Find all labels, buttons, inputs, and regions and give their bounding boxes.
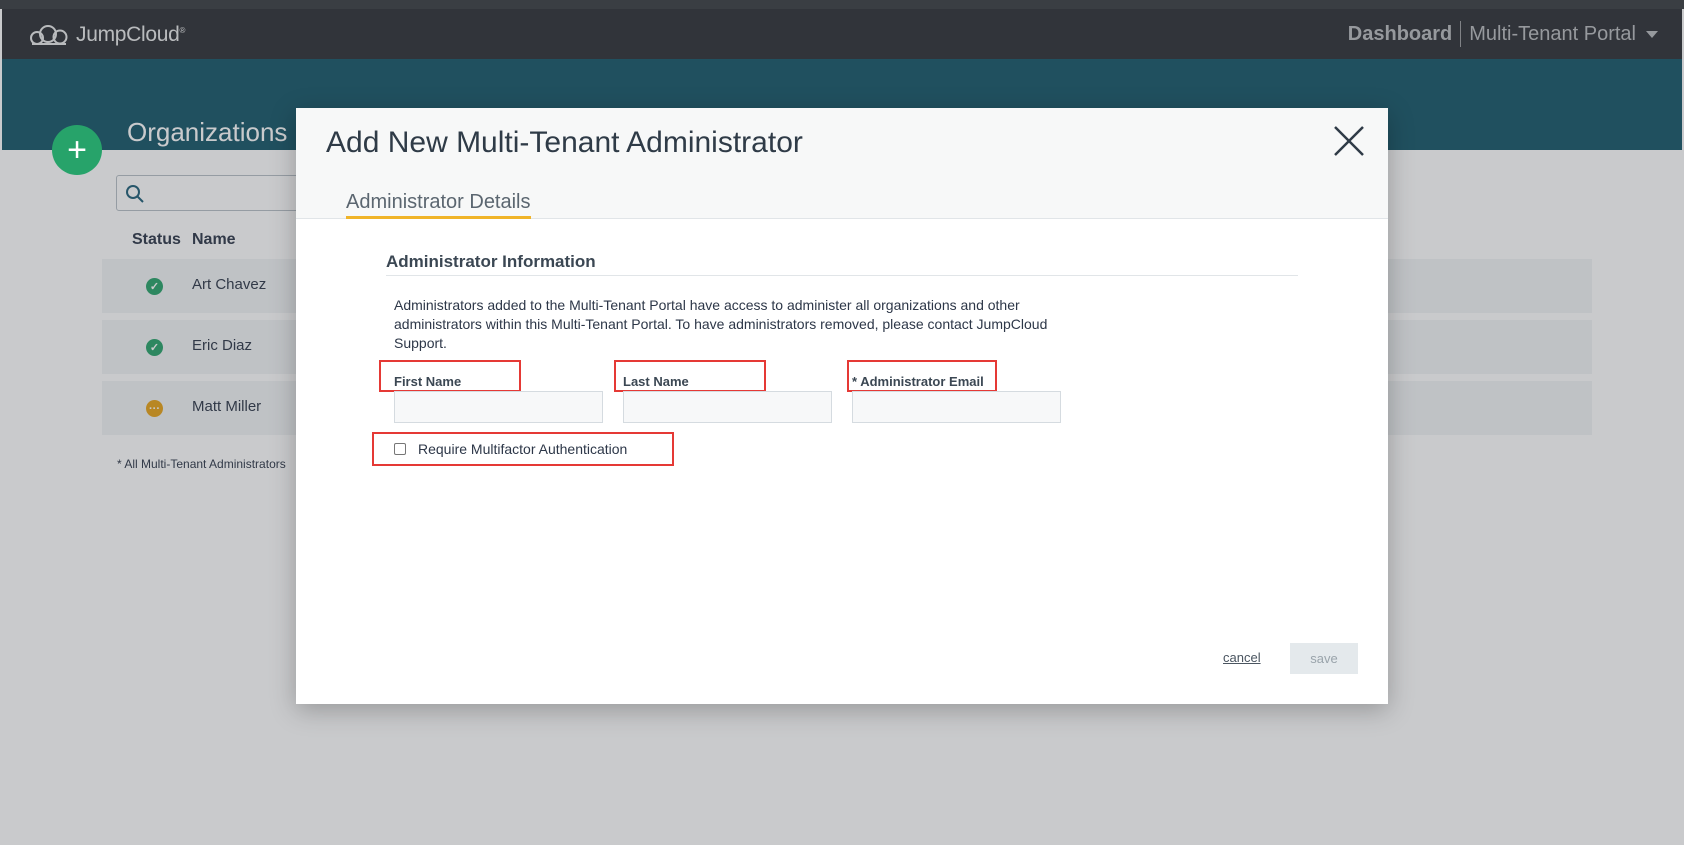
email-label: * Administrator Email (852, 374, 984, 389)
first-name-field[interactable] (394, 391, 603, 423)
first-name-label: First Name (394, 374, 462, 389)
modal-title: Add New Multi-Tenant Administrator (326, 126, 803, 159)
mfa-checkbox[interactable] (394, 443, 406, 455)
section-divider (386, 275, 1298, 276)
tab-administrator-details[interactable]: Administrator Details (346, 191, 531, 219)
add-admin-modal: Add New Multi-Tenant Administrator Admin… (296, 108, 1388, 704)
mfa-option[interactable]: Require Multifactor Authentication (394, 441, 627, 457)
email-field[interactable] (852, 391, 1061, 423)
last-name-label: Last Name (623, 374, 689, 389)
save-button[interactable]: save (1290, 643, 1358, 674)
last-name-field[interactable] (623, 391, 832, 423)
mfa-label: Require Multifactor Authentication (418, 441, 628, 457)
cancel-button[interactable]: cancel (1223, 650, 1261, 665)
description-text: Administrators added to the Multi-Tenant… (394, 297, 1048, 351)
add-organization-button[interactable]: + (52, 125, 102, 175)
close-icon[interactable] (1332, 124, 1366, 158)
plus-icon: + (67, 130, 87, 169)
modal-header: Add New Multi-Tenant Administrator Admin… (296, 108, 1388, 219)
section-title: Administrator Information (386, 252, 596, 271)
